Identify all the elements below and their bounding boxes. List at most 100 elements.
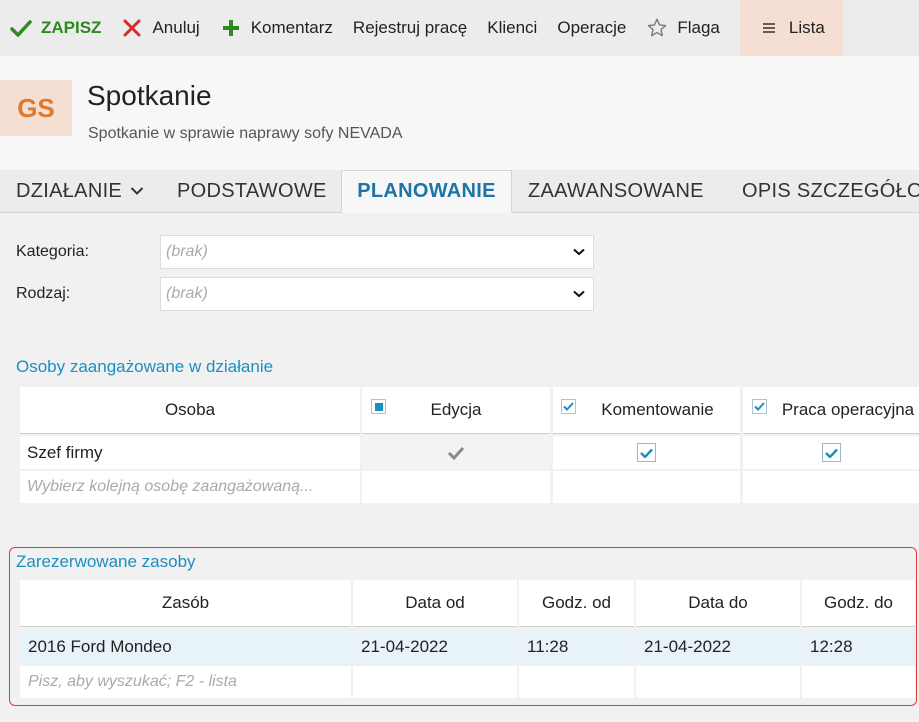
people-add-input[interactable]: Wybierz kolejną osobę zaangażowaną... xyxy=(20,471,360,503)
resource-add-cell xyxy=(636,666,800,698)
resources-col-data-od: Data od xyxy=(353,580,517,627)
star-icon xyxy=(646,17,668,39)
resource-name: 2016 Ford Mondeo xyxy=(28,637,172,656)
tab-label: PODSTAWOWE xyxy=(177,179,327,202)
tab-planowanie[interactable]: PLANOWANIE xyxy=(341,170,512,213)
save-button[interactable]: ZAPISZ xyxy=(0,0,111,56)
tab-opis-szczegolowy[interactable]: OPIS SZCZEGÓŁOWY xyxy=(742,170,919,212)
column-header: Praca operacyjna xyxy=(781,400,915,419)
column-header: Godz. do xyxy=(824,593,893,612)
tab-label: ZAAWANSOWANE xyxy=(528,179,704,202)
column-header: Data do xyxy=(688,593,748,612)
register-work-label: Rejestruj pracę xyxy=(352,18,468,37)
column-header: Edycja xyxy=(430,400,482,419)
people-row-person[interactable]: Szef firmy xyxy=(20,436,360,469)
tab-label: PLANOWANIE xyxy=(357,180,496,202)
toolbar: ZAPISZ Anuluj Komentarz Rejestruj pracę … xyxy=(0,0,919,56)
tab-dzialanie[interactable]: DZIAŁANIE xyxy=(16,170,144,212)
resource-add-cell xyxy=(353,666,517,698)
record-header: GS Spotkanie Spotkanie w sprawie naprawy… xyxy=(0,56,919,170)
tab-zaawansowane[interactable]: ZAAWANSOWANE xyxy=(528,170,704,212)
operations-label: Operacje xyxy=(557,18,627,37)
cancel-button[interactable]: Anuluj xyxy=(111,0,209,56)
type-select[interactable]: (brak) xyxy=(160,277,594,311)
resource-add-cell xyxy=(802,666,915,698)
flag-button[interactable]: Flaga xyxy=(636,0,730,56)
date-from-value: 21-04-2022 xyxy=(361,637,448,656)
save-label: ZAPISZ xyxy=(41,18,102,37)
resources-section-title: Zarezerwowane zasoby xyxy=(16,552,196,571)
comment-label: Komentarz xyxy=(250,18,333,37)
checkmark-icon xyxy=(754,402,765,411)
header-checkbox-comment[interactable] xyxy=(561,399,576,414)
resources-col-zasob: Zasób xyxy=(20,580,351,627)
checkmark-icon xyxy=(824,448,838,458)
resources-col-godz-od: Godz. od xyxy=(519,580,634,627)
tab-label: DZIAŁANIE xyxy=(16,179,123,202)
tab-podstawowe[interactable]: PODSTAWOWE xyxy=(177,170,327,212)
people-section-title: Osoby zaangażowane w działanie xyxy=(16,357,274,376)
flag-label: Flaga xyxy=(677,18,720,37)
resource-row-date-from[interactable]: 21-04-2022 xyxy=(353,629,517,665)
header-checkbox-operational[interactable] xyxy=(752,399,767,414)
column-header: Godz. od xyxy=(542,593,611,612)
people-col-osoba: Osoba xyxy=(20,387,360,434)
resource-search-input[interactable]: Pisz, aby wyszukać; F2 - lista xyxy=(20,666,351,698)
people-add-cell xyxy=(553,471,740,503)
checkmark-icon xyxy=(563,402,574,411)
resource-row-time-to[interactable]: 12:28 xyxy=(802,629,915,665)
people-add-cell xyxy=(743,471,919,503)
chevron-down-icon xyxy=(573,248,585,256)
comment-button[interactable]: Komentarz xyxy=(210,0,343,56)
time-to-value: 12:28 xyxy=(810,637,853,656)
header-checkbox-edit[interactable] xyxy=(371,399,386,414)
column-header: Data od xyxy=(405,593,465,612)
people-col-komentowanie: Komentowanie xyxy=(553,387,740,434)
resource-row-date-to[interactable]: 21-04-2022 xyxy=(636,629,800,665)
resources-col-data-do: Data do xyxy=(636,580,800,627)
clients-button[interactable]: Klienci xyxy=(477,0,547,56)
person-name: Szef firmy xyxy=(27,442,103,462)
people-row-comment-cell xyxy=(553,436,740,469)
people-row-operational-cell xyxy=(743,436,919,469)
tab-label: OPIS SZCZEGÓŁOWY xyxy=(742,179,919,202)
date-to-value: 21-04-2022 xyxy=(644,637,731,656)
comment-checkbox[interactable] xyxy=(637,443,656,462)
avatar: GS xyxy=(0,80,72,136)
page-subtitle: Spotkanie w sprawie naprawy sofy NEVADA xyxy=(88,125,403,142)
checkmark-icon xyxy=(447,446,465,460)
list-button[interactable]: Lista xyxy=(739,0,843,56)
plus-icon xyxy=(220,17,242,39)
tab-bar: DZIAŁANIE PODSTAWOWE PLANOWANIE ZAAWANSO… xyxy=(0,170,919,213)
column-header: Komentowanie xyxy=(601,400,714,419)
people-placeholder: Wybierz kolejną osobę zaangażowaną... xyxy=(27,478,314,495)
category-value: (brak) xyxy=(166,243,208,260)
menu-icon xyxy=(758,17,780,39)
resource-add-cell xyxy=(519,666,634,698)
resource-row-name[interactable]: 2016 Ford Mondeo xyxy=(20,629,351,665)
clients-label: Klienci xyxy=(487,18,538,37)
close-icon xyxy=(121,17,143,39)
page-title: Spotkanie xyxy=(87,80,212,111)
type-value: (brak) xyxy=(166,285,208,302)
resources-col-godz-do: Godz. do xyxy=(802,580,915,627)
chevron-down-icon xyxy=(130,186,144,196)
column-header: Zasób xyxy=(161,593,210,612)
category-select[interactable]: (brak) xyxy=(160,235,594,269)
resource-row-time-from[interactable]: 11:28 xyxy=(519,629,634,665)
operations-button[interactable]: Operacje xyxy=(547,0,636,56)
people-col-praca-operacyjna: Praca operacyjna xyxy=(743,387,919,434)
list-label: Lista xyxy=(788,18,825,37)
checkmark-icon xyxy=(10,17,32,39)
operational-checkbox[interactable] xyxy=(821,443,841,462)
time-from-value: 11:28 xyxy=(527,637,569,656)
register-work-button[interactable]: Rejestruj pracę xyxy=(343,0,477,56)
category-label: Kategoria: xyxy=(16,243,89,260)
type-label: Rodzaj: xyxy=(16,285,71,302)
people-col-edycja: Edycja xyxy=(362,387,550,434)
partial-check-icon xyxy=(374,402,383,411)
chevron-down-icon xyxy=(573,290,585,298)
resource-placeholder: Pisz, aby wyszukać; F2 - lista xyxy=(28,673,237,690)
people-row-edit-cell xyxy=(362,436,550,469)
checkmark-icon xyxy=(640,448,653,458)
